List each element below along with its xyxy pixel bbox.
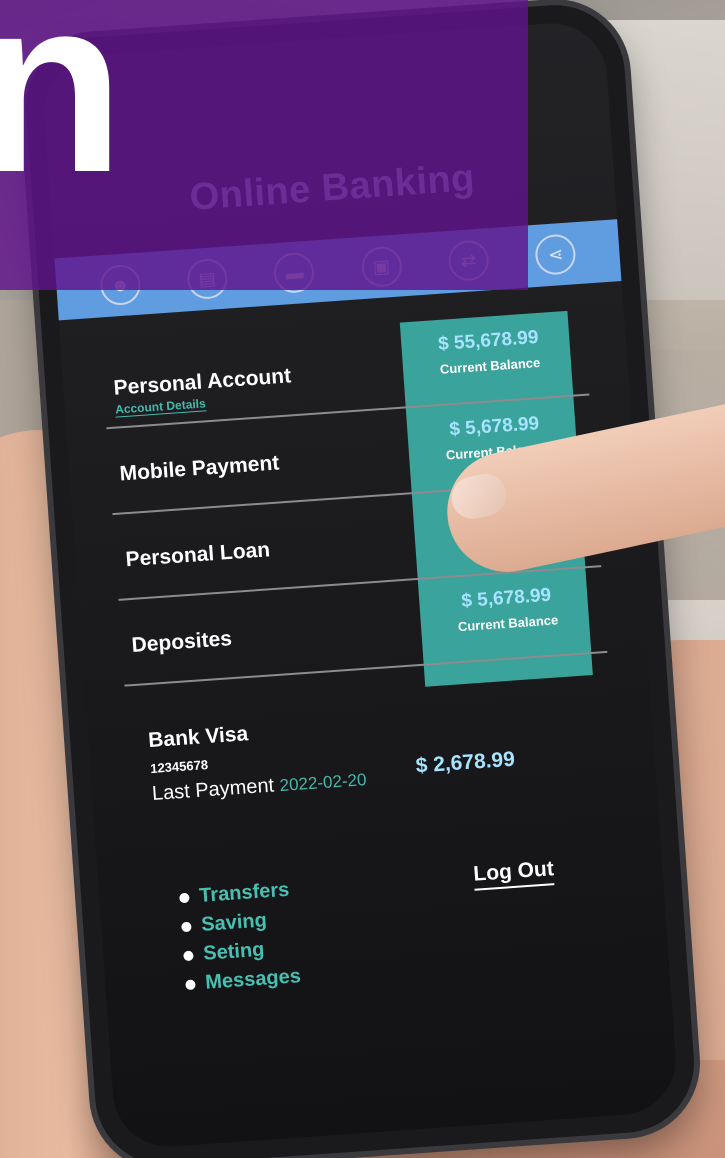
banner-letter: n bbox=[0, 0, 125, 224]
bullet-icon bbox=[185, 978, 196, 990]
account-balance: $ 5,678.99 bbox=[460, 584, 552, 612]
fingernail bbox=[447, 470, 511, 523]
logout-button[interactable]: Log Out bbox=[472, 857, 555, 891]
account-name: Mobile Payment bbox=[118, 451, 280, 486]
visa-title: Bank Visa bbox=[147, 722, 249, 753]
last-payment-date: 2022-02-20 bbox=[278, 770, 368, 796]
menu-item-setting[interactable]: Seting bbox=[183, 936, 300, 967]
account-balance: $ 5,678.99 bbox=[448, 413, 540, 441]
account-name: Personal Loan bbox=[124, 538, 271, 572]
visa-amount: $ 2,678.99 bbox=[414, 747, 516, 778]
account-name: Personal Account bbox=[112, 364, 292, 400]
menu-item-messages[interactable]: Messages bbox=[185, 965, 302, 996]
photo-scene: Online Banking ☻ ▤ ▬ ▣ ⇄ ⋖ Personal Acco… bbox=[0, 0, 725, 1158]
menu-item-saving[interactable]: Saving bbox=[181, 907, 298, 938]
account-name: Deposites bbox=[130, 627, 233, 658]
bullet-icon bbox=[179, 892, 190, 903]
quick-menu: Transfers Saving Seting Messages bbox=[179, 878, 302, 1002]
last-payment-label: Last Payment bbox=[151, 774, 275, 805]
share-icon[interactable]: ⋖ bbox=[534, 233, 578, 276]
bullet-icon bbox=[181, 921, 192, 932]
bullet-icon bbox=[183, 950, 194, 961]
menu-item-transfers[interactable]: Transfers bbox=[179, 878, 296, 909]
balance-label: Current Balance bbox=[457, 612, 559, 635]
account-balance: $ 55,678.99 bbox=[437, 326, 540, 355]
balance-label: Current Balance bbox=[439, 354, 541, 377]
visa-number: 12345678 bbox=[149, 757, 209, 777]
